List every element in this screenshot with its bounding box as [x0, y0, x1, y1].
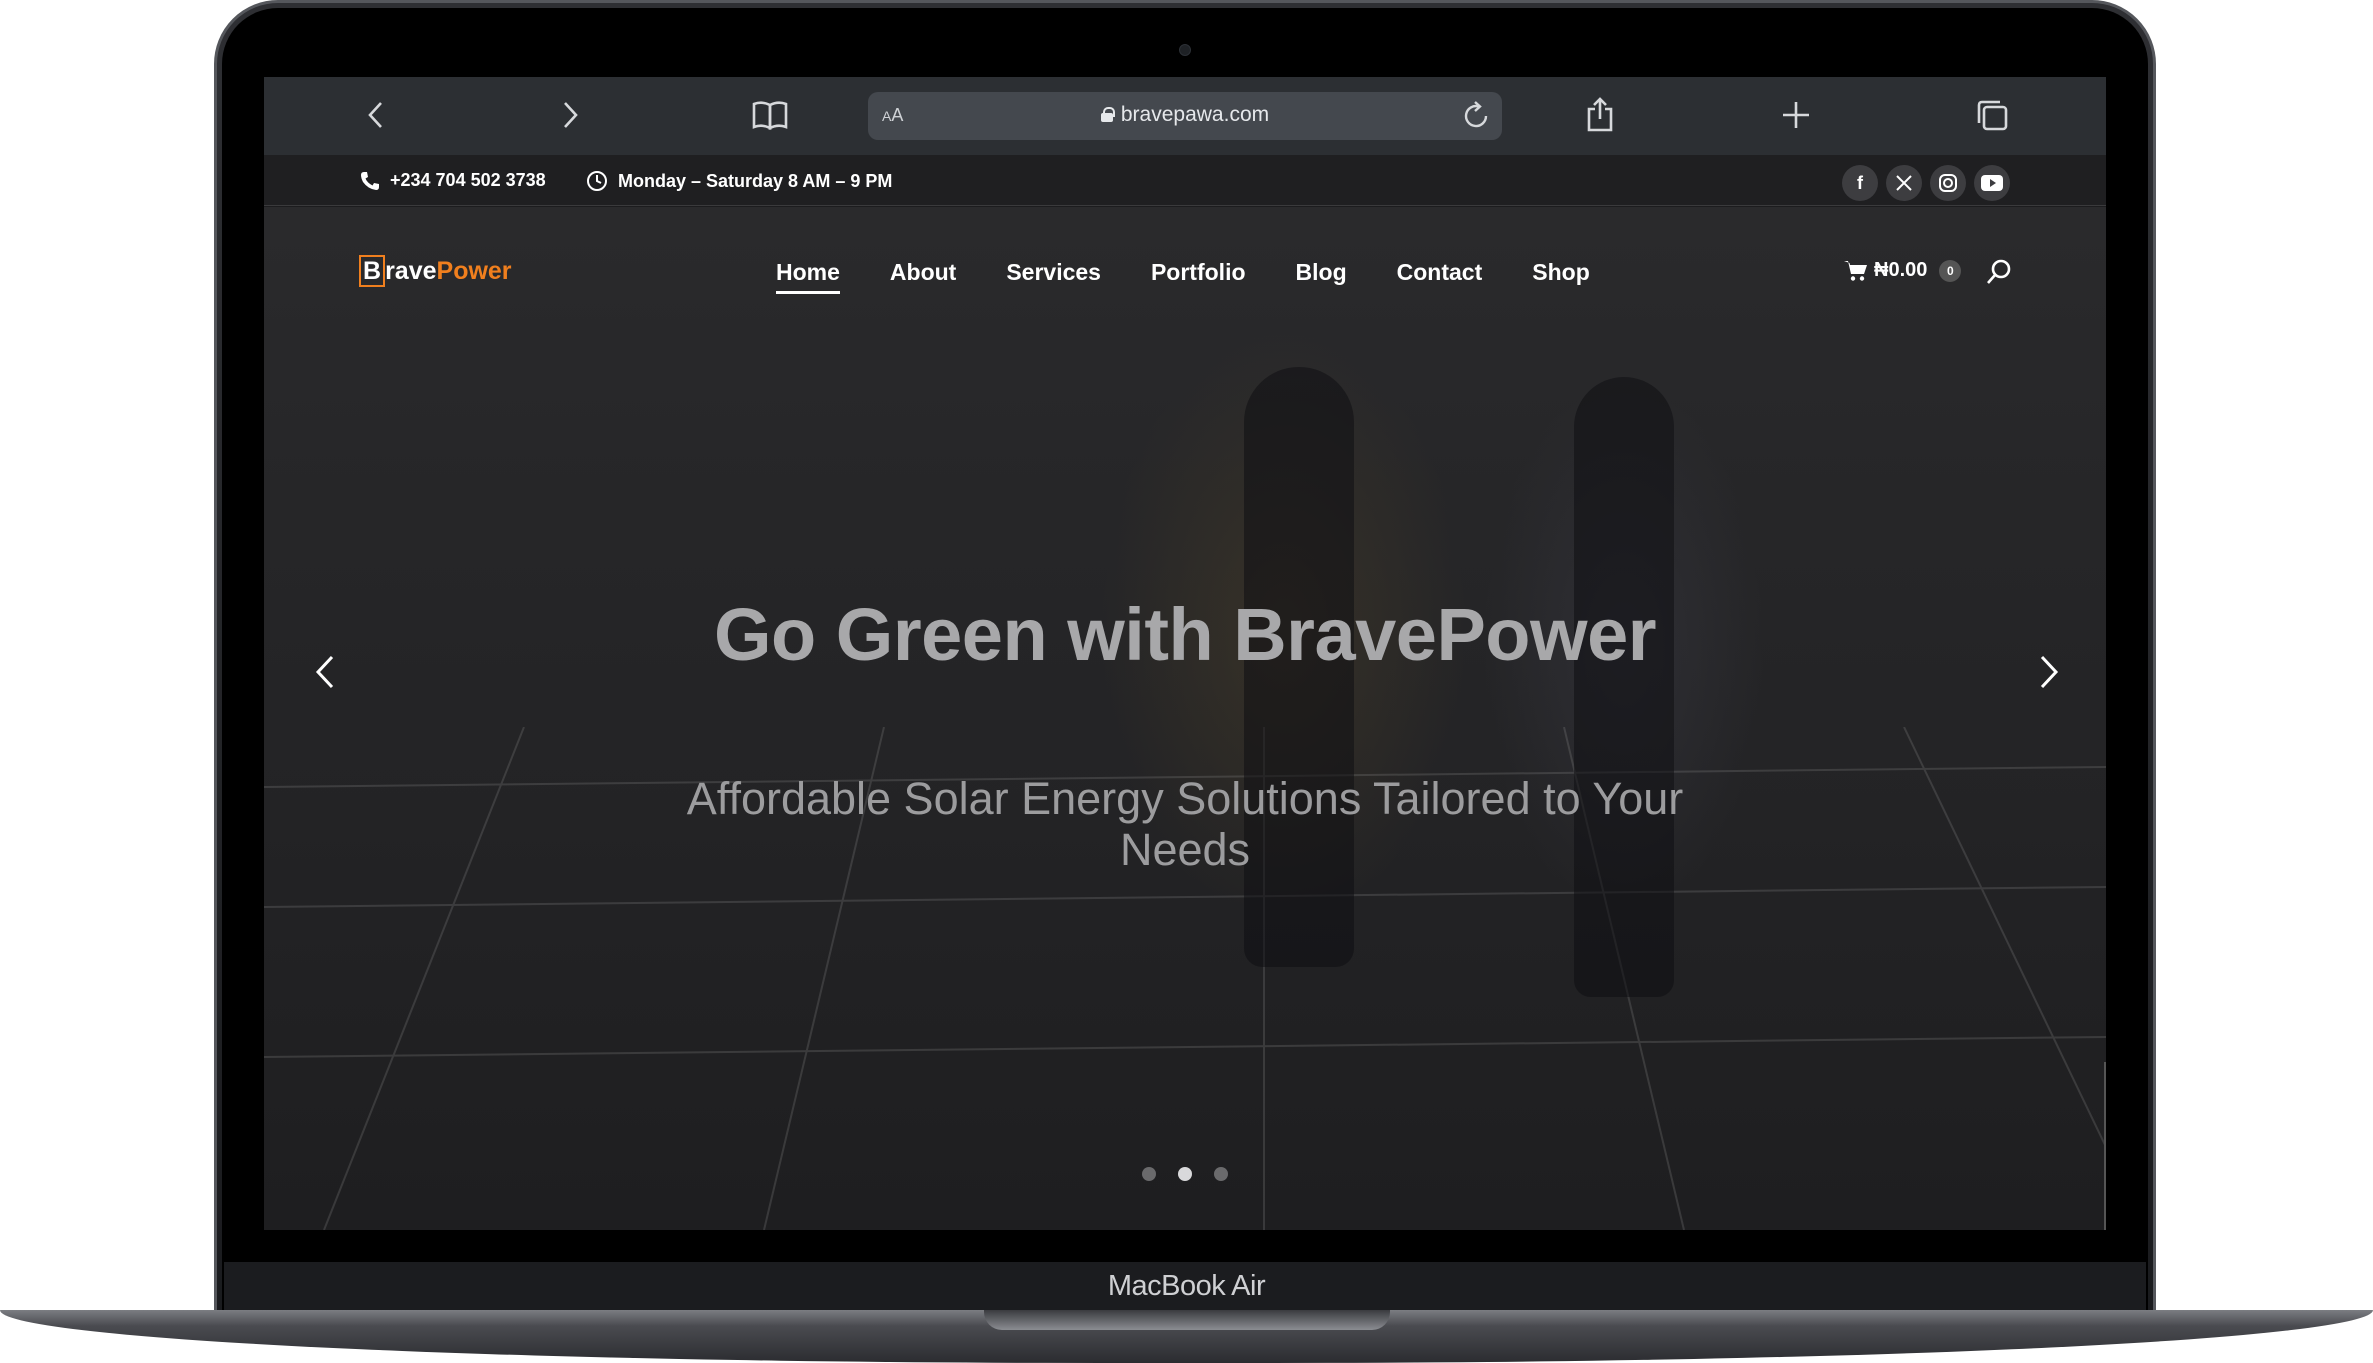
- tabs-icon: [1977, 100, 2008, 131]
- hours-info: Monday – Saturday 8 AM – 9 PM: [586, 170, 892, 192]
- forward-button[interactable]: [550, 95, 590, 135]
- phone-icon: [361, 171, 379, 190]
- slider-dot[interactable]: [1178, 1167, 1192, 1181]
- new-tab-button[interactable]: [1776, 95, 1816, 135]
- slider-pagination: [264, 1167, 2106, 1181]
- bookmarks-button[interactable]: [750, 95, 790, 135]
- search-icon[interactable]: [1984, 257, 2014, 287]
- book-icon: [752, 101, 788, 130]
- instagram-glyph-icon: [1939, 174, 1957, 192]
- hero-slider: Brave Power Home About Services Portfolio…: [264, 207, 2106, 1230]
- chevron-right-icon: [564, 102, 578, 128]
- nav-item-services[interactable]: Services: [1006, 259, 1101, 294]
- hero-title: Go Green with BravePower: [713, 593, 1657, 676]
- cart-button[interactable]: ₦0.00 0: [1844, 259, 1962, 282]
- url-display: bravepawa.com: [868, 103, 1502, 127]
- phone-number: +234 704 502 3738: [390, 170, 546, 190]
- screen: AA bravepawa.com +234 704 502 3738 Monda…: [264, 77, 2106, 1230]
- nav-item-blog[interactable]: Blog: [1296, 259, 1347, 294]
- slider-dot[interactable]: [1142, 1167, 1156, 1181]
- business-hours: Monday – Saturday 8 AM – 9 PM: [618, 170, 893, 191]
- instagram-icon[interactable]: [1930, 165, 1966, 201]
- x-glyph-icon: [1896, 175, 1912, 191]
- clock-icon: [587, 171, 607, 191]
- brand-logo[interactable]: Brave Power: [359, 255, 512, 287]
- cart-total: ₦0.00: [1874, 259, 1928, 281]
- scrollbar-track[interactable]: [2104, 1062, 2106, 1230]
- share-button[interactable]: [1580, 95, 1620, 135]
- nav-item-portfolio[interactable]: Portfolio: [1151, 259, 1246, 294]
- youtube-glyph-icon: [1981, 175, 2003, 191]
- worker-silhouette: [1574, 377, 1674, 997]
- tabs-overview-button[interactable]: [1972, 95, 2012, 135]
- reload-icon[interactable]: [1460, 99, 1494, 133]
- camera-icon: [1179, 44, 1191, 56]
- plus-icon: [1783, 102, 1809, 128]
- device-label: MacBook Air: [1107, 1270, 1266, 1302]
- chevron-left-icon: [315, 655, 334, 689]
- nav-item-about[interactable]: About: [890, 259, 956, 294]
- logo-text: rave: [385, 256, 437, 285]
- back-button[interactable]: [356, 95, 396, 135]
- chevron-right-icon: [2040, 655, 2059, 689]
- slider-next-arrow[interactable]: [2028, 647, 2068, 697]
- url-text: bravepawa.com: [1120, 103, 1270, 126]
- address-bar[interactable]: AA bravepawa.com: [868, 92, 1502, 140]
- cart-count-badge: 0: [1939, 259, 1962, 282]
- logo-mark: B: [359, 255, 386, 287]
- slider-prev-arrow[interactable]: [306, 647, 346, 697]
- phone-info[interactable]: +234 704 502 3738: [360, 170, 546, 191]
- facebook-icon[interactable]: f: [1842, 165, 1878, 201]
- logo-text-accent: Power: [436, 256, 512, 285]
- slider-dot[interactable]: [1214, 1167, 1228, 1181]
- browser-toolbar: AA bravepawa.com: [264, 77, 2106, 155]
- share-icon: [1587, 97, 1613, 132]
- nav-item-home[interactable]: Home: [776, 259, 840, 294]
- x-twitter-icon[interactable]: [1886, 165, 1922, 201]
- hero-subtitle: Affordable Solar Energy Solutions Tailor…: [686, 773, 1684, 875]
- nav-item-contact[interactable]: Contact: [1397, 259, 1483, 294]
- main-nav: Home About Services Portfolio Blog Conta…: [776, 259, 1590, 294]
- top-info-bar: +234 704 502 3738 Monday – Saturday 8 AM…: [264, 155, 2106, 206]
- lock-icon: [1100, 107, 1115, 122]
- chevron-left-icon: [368, 102, 382, 128]
- laptop-hinge-notch: [984, 1310, 1390, 1330]
- cart-icon: [1844, 260, 1867, 281]
- nav-item-shop[interactable]: Shop: [1532, 259, 1590, 294]
- youtube-icon[interactable]: [1974, 165, 2010, 201]
